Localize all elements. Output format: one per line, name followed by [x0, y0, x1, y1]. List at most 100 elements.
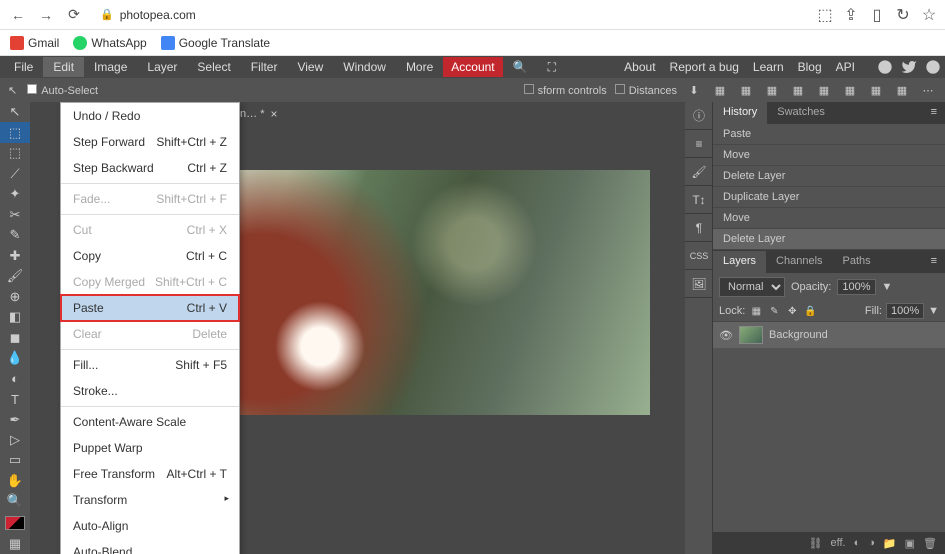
path-select-tool[interactable]: ▷: [0, 430, 30, 450]
type-tool[interactable]: T: [0, 389, 30, 409]
new-layer-icon[interactable]: ▣: [905, 537, 915, 550]
marquee-tool[interactable]: ⬚: [0, 143, 30, 163]
bookmark-gmail[interactable]: Gmail: [10, 36, 59, 50]
image-panel-icon[interactable]: 🖼: [685, 270, 713, 298]
facebook-icon[interactable]: [925, 59, 941, 75]
menu-account[interactable]: Account: [443, 57, 502, 77]
edit-menu-stroke-[interactable]: Stroke...: [61, 378, 239, 404]
edit-menu-fill-[interactable]: Fill...Shift + F5: [61, 352, 239, 378]
align-bottom-icon[interactable]: ▦: [841, 81, 859, 99]
info-panel-icon[interactable]: ⓘ: [685, 102, 713, 130]
fill-dropdown-icon[interactable]: ▼: [928, 305, 939, 317]
history-item[interactable]: Move: [713, 208, 945, 229]
edit-menu-copy[interactable]: CopyCtrl + C: [61, 243, 239, 269]
tab-swatches[interactable]: Swatches: [767, 102, 835, 124]
menu-image[interactable]: Image: [84, 57, 137, 77]
color-swatches[interactable]: [5, 516, 25, 530]
menu-file[interactable]: File: [4, 57, 43, 77]
css-panel-icon[interactable]: CSS: [685, 242, 713, 270]
edit-menu-transform[interactable]: Transform▸: [61, 487, 239, 513]
transform-controls-checkbox[interactable]: [524, 84, 534, 94]
gradient-tool[interactable]: ◼: [0, 327, 30, 347]
back-button[interactable]: ←: [8, 5, 28, 25]
link-layers-icon[interactable]: ⛓: [809, 537, 823, 550]
adjustment-layer-icon[interactable]: ◑: [868, 537, 875, 549]
delete-layer-icon[interactable]: 🗑: [923, 537, 937, 550]
tab-layers[interactable]: Layers: [713, 251, 766, 273]
star-icon[interactable]: ☆: [921, 5, 937, 25]
history-item[interactable]: Duplicate Layer: [713, 187, 945, 208]
search-icon[interactable]: 🔍: [503, 57, 538, 77]
blur-tool[interactable]: 💧: [0, 348, 30, 368]
download-icon[interactable]: ⬇: [685, 81, 703, 99]
edit-menu-step-backward[interactable]: Step BackwardCtrl + Z: [61, 155, 239, 181]
history-panel-menu-icon[interactable]: ≡: [923, 102, 945, 124]
canvas[interactable]: [210, 170, 650, 415]
opacity-dropdown-icon[interactable]: ▼: [882, 281, 893, 293]
edit-menu-content-aware-scale[interactable]: Content-Aware Scale: [61, 409, 239, 435]
distribute-v-icon[interactable]: ▦: [893, 81, 911, 99]
extension-icon[interactable]: ↻: [895, 5, 911, 25]
edit-menu-auto-align[interactable]: Auto-Align: [61, 513, 239, 539]
edit-menu-step-forward[interactable]: Step ForwardShift+Ctrl + Z: [61, 129, 239, 155]
edit-menu-auto-blend[interactable]: Auto-Blend: [61, 539, 239, 554]
paragraph-panel-icon[interactable]: ≡: [685, 130, 713, 158]
menu-report-bug[interactable]: Report a bug: [670, 60, 739, 74]
layers-panel-menu-icon[interactable]: ≡: [923, 251, 945, 273]
edit-menu-free-transform[interactable]: Free TransformAlt+Ctrl + T: [61, 461, 239, 487]
menu-learn[interactable]: Learn: [753, 60, 784, 74]
tab-paths[interactable]: Paths: [833, 251, 881, 273]
heal-tool[interactable]: ✚: [0, 245, 30, 265]
lock-all-icon[interactable]: 🔒: [803, 304, 817, 318]
distribute-h-icon[interactable]: ▦: [867, 81, 885, 99]
layer-visibility-icon[interactable]: 👁: [719, 329, 733, 342]
reload-button[interactable]: ⟳: [64, 5, 84, 25]
crop-tool[interactable]: ✂: [0, 204, 30, 224]
share-icon[interactable]: ⇪: [843, 5, 859, 25]
install-icon[interactable]: ⬚: [817, 5, 833, 25]
edit-menu-paste[interactable]: PasteCtrl + V: [61, 295, 239, 321]
lock-position-icon[interactable]: ✎: [767, 304, 781, 318]
auto-select-checkbox[interactable]: [27, 84, 37, 94]
brush-tool[interactable]: 🖌: [0, 266, 30, 286]
history-item[interactable]: Delete Layer: [713, 166, 945, 187]
lock-move-icon[interactable]: ✥: [785, 304, 799, 318]
history-item[interactable]: Move: [713, 145, 945, 166]
edit-menu-undo-redo[interactable]: Undo / Redo: [61, 103, 239, 129]
menu-edit[interactable]: Edit: [43, 57, 84, 77]
lock-pixels-icon[interactable]: ▦: [749, 304, 763, 318]
clone-tool[interactable]: ⊕: [0, 286, 30, 306]
align-top-icon[interactable]: ▦: [789, 81, 807, 99]
fullscreen-icon[interactable]: ⛶: [538, 57, 566, 78]
align-right-icon[interactable]: ▦: [763, 81, 781, 99]
brush-panel-icon[interactable]: 🖌: [685, 158, 713, 186]
reddit-icon[interactable]: [877, 59, 893, 75]
eyedropper-tool[interactable]: ✎: [0, 225, 30, 245]
hand-tool[interactable]: ✋: [0, 471, 30, 491]
history-item[interactable]: Delete Layer: [713, 229, 945, 250]
twitter-icon[interactable]: [901, 59, 917, 75]
menu-about[interactable]: About: [624, 60, 655, 74]
transform-tool[interactable]: ⬚: [0, 122, 30, 142]
align-center-v-icon[interactable]: ▦: [815, 81, 833, 99]
menu-api[interactable]: API: [836, 60, 855, 74]
tab-history[interactable]: History: [713, 102, 767, 124]
opacity-input[interactable]: 100%: [837, 279, 875, 295]
distances-checkbox[interactable]: [615, 84, 625, 94]
wand-tool[interactable]: ✦: [0, 184, 30, 204]
lasso-tool[interactable]: ⟋: [0, 163, 30, 183]
menu-blog[interactable]: Blog: [798, 60, 822, 74]
zoom-tool[interactable]: 🔍: [0, 491, 30, 511]
blend-mode-select[interactable]: Normal: [719, 277, 785, 297]
menu-layer[interactable]: Layer: [137, 57, 187, 77]
bookmark-whatsapp[interactable]: WhatsApp: [73, 36, 146, 50]
quick-mask-icon[interactable]: ▦: [0, 534, 30, 554]
layer-fx-icon[interactable]: eff.: [831, 537, 846, 549]
align-center-h-icon[interactable]: ▦: [737, 81, 755, 99]
align-left-icon[interactable]: ▦: [711, 81, 729, 99]
close-tab-icon[interactable]: ×: [270, 107, 277, 121]
forward-button[interactable]: →: [36, 5, 56, 25]
layer-mask-icon[interactable]: ◐: [854, 537, 861, 549]
fill-input[interactable]: 100%: [886, 303, 924, 319]
menu-more[interactable]: More: [396, 57, 443, 77]
